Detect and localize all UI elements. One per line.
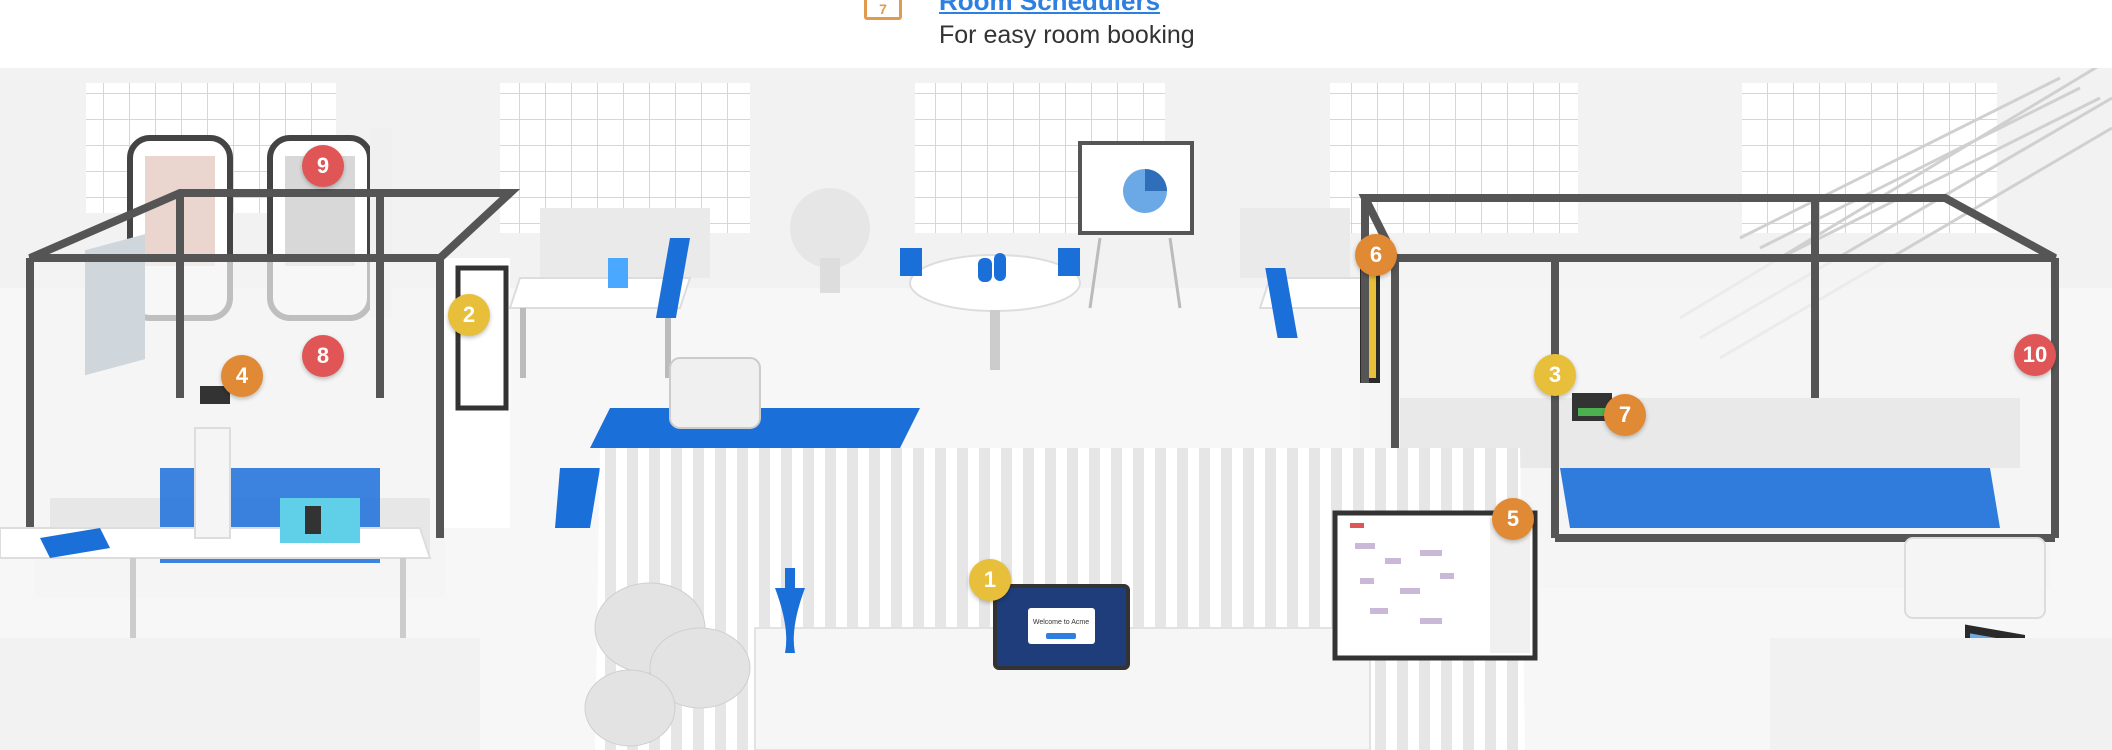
hotspot-label: 6 <box>1369 242 1383 267</box>
hotspot-label: 5 <box>1506 506 1520 531</box>
hotspot-9[interactable]: 9 <box>302 145 344 187</box>
hotspot-label: 1 <box>983 567 997 592</box>
window <box>1742 83 1997 233</box>
room-scheduler-icon: 7 <box>864 0 902 20</box>
hotspot-label: 3 <box>1548 362 1562 387</box>
hotspot-10[interactable]: 10 <box>2014 334 2056 376</box>
hotspot-label: 9 <box>316 153 330 178</box>
hotspot-3[interactable]: 3 <box>1534 354 1576 396</box>
hotspot-7[interactable]: 7 <box>1604 394 1646 436</box>
hotspot-6[interactable]: 6 <box>1355 234 1397 276</box>
hotspot-label: 4 <box>235 363 249 388</box>
hotspot-2[interactable]: 2 <box>448 294 490 336</box>
hotspot-5[interactable]: 5 <box>1492 498 1534 540</box>
legend-title-link[interactable]: Room Schedulers <box>939 0 1160 17</box>
hotspot-label: 2 <box>462 302 476 327</box>
reception-desk: Welcome to Acme <box>584 448 1538 750</box>
hotspot-label: 7 <box>1618 402 1632 427</box>
hotspot-label: 8 <box>316 343 330 368</box>
welcome-screen-text: Welcome to Acme <box>1033 619 1089 626</box>
office-scene: Welcome to Acme 1 2 3 4 5 6 7 8 9 10 <box>0 68 2112 750</box>
hotspot-8[interactable]: 8 <box>302 335 344 377</box>
hotspot-label: 10 <box>2022 342 2048 367</box>
hotspot-4[interactable]: 4 <box>221 355 263 397</box>
legend-number: 7 <box>879 1 887 17</box>
hotspot-1[interactable]: 1 <box>969 559 1011 601</box>
legend-description: For easy room booking <box>939 21 1195 49</box>
